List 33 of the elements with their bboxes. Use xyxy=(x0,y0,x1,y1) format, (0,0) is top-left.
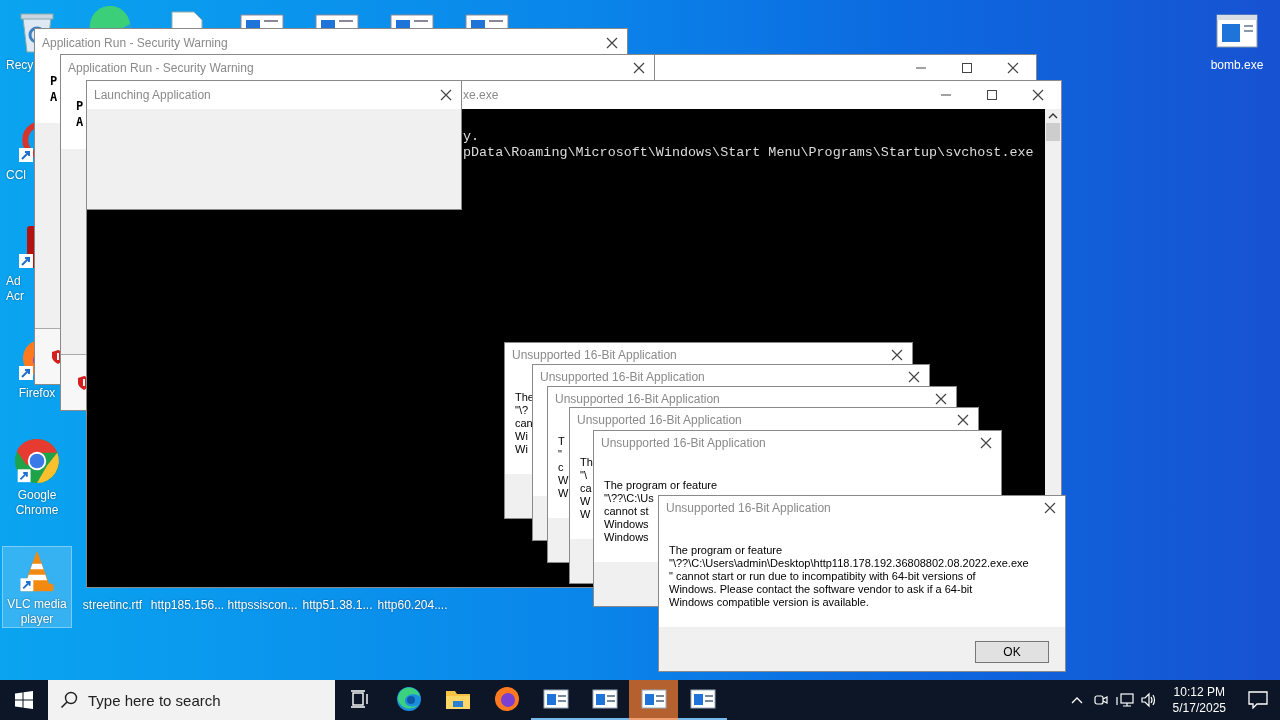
message-line: W xyxy=(580,508,591,521)
message-line: W xyxy=(558,474,569,487)
message-line: Wi xyxy=(515,443,528,456)
message-line: cannot st xyxy=(604,505,649,518)
message-line: The program or feature xyxy=(604,479,718,492)
message-line: ca xyxy=(580,482,592,495)
message-line: Wi xyxy=(515,430,528,443)
console-text: y. pData\Roaming\Microsoft\Windows\Start Menu\Programs\Startup\svchost.exe xyxy=(463,129,1034,161)
window-title: Unsupported 16-Bit Application xyxy=(600,436,766,450)
message-line: "\? xyxy=(515,404,529,417)
window-title: Unsupported 16-Bit Application xyxy=(511,348,677,362)
message-text: The program or feature "\??\C:\Users\admin\Desktop\http118.178.192.36808802.08.2022.exe.exe " cannot start or run due to incompatibity with 64-bit versions of Windows. Please contact the software vendor to ask if a 64-bit Windows compatible version is available. xyxy=(669,544,1029,609)
message-line: Windows xyxy=(604,531,649,544)
window-title: Unsupported 16-Bit Application xyxy=(576,413,742,427)
window-title: xe.exe xyxy=(462,88,499,102)
window-title: Application Run - Security Warning xyxy=(67,61,254,75)
message-line: Windows xyxy=(604,518,649,531)
message-line: " xyxy=(558,448,562,461)
publisher-text: P A xyxy=(50,73,58,105)
window-title: Launching Application xyxy=(93,88,211,102)
message-line: T xyxy=(558,435,565,448)
message-line: can xyxy=(515,417,533,430)
publisher-text: P A xyxy=(76,98,84,130)
window-title: Application Run - Security Warning xyxy=(41,35,228,50)
message-line: W xyxy=(558,487,569,500)
message-line: W xyxy=(580,495,591,508)
message-line: c xyxy=(558,461,564,474)
window-title: Unsupported 16-Bit Application xyxy=(539,370,705,384)
window-title: Unsupported 16-Bit Application xyxy=(554,392,720,406)
message-line: "\??\C:\Us xyxy=(604,492,654,505)
message-line: "\ xyxy=(580,469,587,482)
message-line: Th xyxy=(580,456,593,469)
window-title: Unsupported 16-Bit Application xyxy=(665,501,831,515)
